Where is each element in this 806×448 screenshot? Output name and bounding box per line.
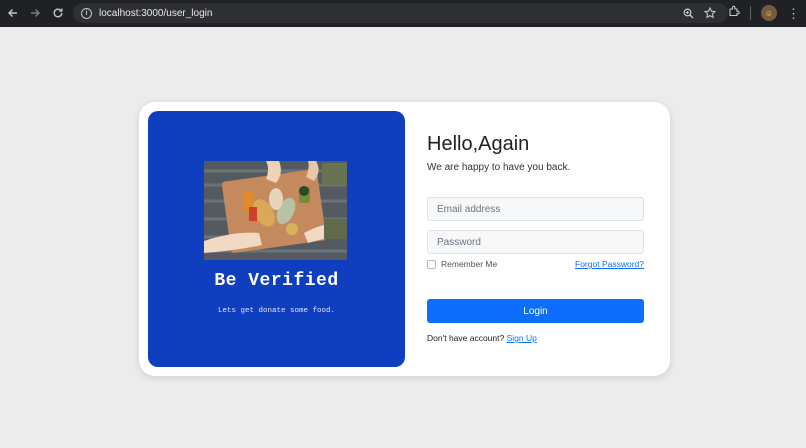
login-form: Hello,Again We are happy to have you bac…	[427, 102, 657, 376]
form-heading: Hello,Again	[427, 133, 530, 155]
url-text: localhost:3000/user_login	[99, 7, 213, 19]
remember-checkbox[interactable]	[427, 259, 436, 269]
food-donation-image	[204, 161, 347, 260]
reload-icon[interactable]	[47, 2, 69, 24]
remember-label: Remember Me	[441, 259, 498, 269]
address-bar[interactable]: i localhost:3000/user_login	[73, 3, 728, 23]
signup-prompt: Don't have account?	[427, 333, 507, 343]
menu-icon[interactable]: ⋮	[787, 7, 800, 20]
site-info-icon[interactable]: i	[81, 7, 92, 19]
form-subheading: We are happy to have you back.	[427, 162, 571, 173]
toolbar-divider	[750, 6, 751, 20]
signup-row: Don't have account? Sign Up	[427, 333, 537, 343]
signup-link[interactable]: Sign Up	[507, 333, 537, 343]
remember-me[interactable]: Remember Me	[427, 259, 497, 269]
banner-panel: Be Verified Lets get donate some food.	[148, 111, 405, 367]
login-card: Be Verified Lets get donate some food. H…	[139, 102, 670, 376]
banner-title: Be Verified	[214, 271, 339, 291]
login-button[interactable]: Login	[427, 299, 644, 323]
forward-arrow-icon[interactable]	[24, 2, 46, 24]
banner-subtitle: Lets get donate some food.	[217, 307, 336, 315]
star-icon[interactable]	[703, 6, 717, 24]
browser-toolbar: i localhost:3000/user_login ☺ ⋮	[0, 0, 806, 27]
extensions-icon[interactable]	[728, 4, 740, 22]
back-arrow-icon[interactable]	[2, 2, 24, 24]
email-field[interactable]	[427, 197, 644, 221]
forgot-password-link[interactable]: Forgot Password?	[575, 259, 644, 269]
password-field[interactable]	[427, 230, 644, 254]
zoom-icon[interactable]	[683, 6, 694, 24]
profile-avatar[interactable]: ☺	[761, 5, 777, 21]
